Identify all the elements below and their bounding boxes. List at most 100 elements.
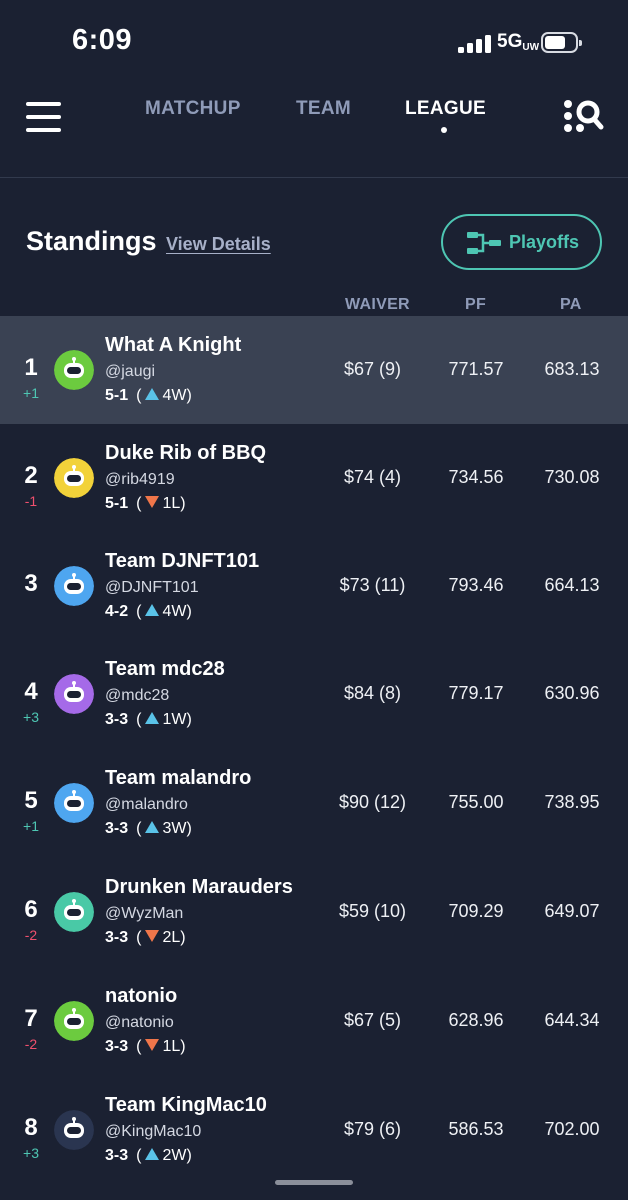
team-avatar[interactable] — [54, 892, 94, 932]
rank-change: -2 — [24, 1036, 38, 1052]
team-record: 3-3 (1W) — [105, 711, 192, 729]
owner-handle: @KingMac10 — [105, 1123, 202, 1140]
points-for: 755.00 — [448, 792, 504, 812]
team-name[interactable]: Team DJNFT101 — [105, 550, 259, 573]
owner-handle: @DJNFT101 — [105, 579, 199, 596]
standings-row[interactable]: 8 +3 Team KingMac10 @KingMac10 3-3 (2W) $79 (6… — [0, 1076, 628, 1184]
owner-handle: @WyzMan — [105, 905, 184, 922]
team-record: 3-3 (2L) — [105, 929, 186, 947]
streak-down-icon — [141, 495, 162, 513]
team-name[interactable]: Drunken Marauders — [105, 876, 293, 899]
streak: (4W) — [136, 387, 192, 404]
rank-change: -1 — [24, 493, 38, 509]
team-avatar[interactable] — [54, 350, 94, 390]
team-avatar[interactable] — [54, 674, 94, 714]
column-header-pf: PF — [465, 296, 487, 313]
streak-value: 2L — [162, 929, 181, 946]
owner-handle: @natonio — [105, 1014, 174, 1031]
streak-value: 2W — [162, 1147, 187, 1164]
win-loss: 4-2 — [105, 603, 129, 620]
streak-up-icon — [141, 1147, 162, 1165]
points-against: 649.07 — [544, 901, 600, 921]
win-loss: 3-3 — [105, 1038, 129, 1055]
column-header-pa: PA — [560, 296, 582, 313]
view-details-link[interactable]: View Details — [166, 234, 271, 255]
battery-icon — [541, 32, 582, 53]
points-against: 644.34 — [544, 1010, 600, 1030]
standings-row[interactable]: 2 -1 Duke Rib of BBQ @rib4919 5-1 (1L) $74 (4)… — [0, 424, 628, 532]
team-record: 3-3 (1L) — [105, 1038, 186, 1056]
search-players-icon[interactable] — [562, 98, 606, 138]
points-against: 630.96 — [544, 683, 600, 703]
team-name[interactable]: Team mdc28 — [105, 658, 225, 681]
rank: 1 — [24, 354, 38, 381]
standings-row[interactable]: 7 -2 natonio @natonio 3-3 (1L) $67 (5) 628.96 64… — [0, 967, 628, 1075]
streak: (4W) — [136, 603, 192, 621]
streak-up-icon — [141, 603, 162, 621]
home-indicator — [275, 1180, 353, 1185]
signal-icon — [458, 35, 492, 53]
streak: (3W) — [136, 820, 192, 838]
owner-handle: @jaugi — [105, 363, 156, 380]
team-avatar[interactable] — [54, 783, 94, 823]
streak-up-icon — [141, 820, 162, 838]
bracket-icon — [467, 232, 501, 254]
tab-team[interactable]: TEAM — [296, 98, 351, 120]
team-avatar[interactable] — [54, 1001, 94, 1041]
team-record: 5-1 (1L) — [105, 495, 186, 513]
standings-row[interactable]: 4 +3 Team mdc28 @mdc28 3-3 (1W) $84 (8) 779.17 6… — [0, 640, 628, 748]
header-divider — [0, 177, 628, 178]
streak: (1W) — [136, 711, 192, 728]
rank-change: -2 — [24, 927, 38, 943]
standings-row[interactable]: 5 +1 Team malandro @malandro 3-3 (3W) $90 (12)… — [0, 749, 628, 857]
points-for: 586.53 — [448, 1119, 504, 1139]
team-name[interactable]: Team KingMac10 — [105, 1094, 267, 1117]
rank: 8 — [24, 1114, 38, 1141]
rank: 5 — [24, 787, 38, 814]
streak-value: 1L — [162, 1038, 181, 1055]
tab-matchup[interactable]: MATCHUP — [145, 98, 241, 120]
standings-row[interactable]: 1 +1 What A Knight @jaugi 5-1 (4W) $67 (9) 771.… — [0, 316, 628, 424]
win-loss: 5-1 — [105, 387, 129, 404]
points-against: 664.13 — [544, 575, 600, 595]
standings-row[interactable]: 3 Team DJNFT101 @DJNFT101 4-2 (4W) $73 (11) 79… — [0, 532, 628, 640]
points-against: 683.13 — [544, 359, 600, 379]
waiver-budget: $79 (6) — [343, 1119, 402, 1139]
team-record: 5-1 (4W) — [105, 387, 192, 405]
team-name[interactable]: natonio — [105, 985, 177, 1008]
standings-title: Standings — [26, 226, 157, 256]
win-loss: 5-1 — [105, 495, 129, 512]
menu-icon[interactable] — [26, 102, 61, 132]
waiver-budget: $67 (5) — [343, 1010, 402, 1030]
team-name[interactable]: What A Knight — [105, 334, 241, 357]
streak: (2L) — [136, 929, 186, 947]
tab-league[interactable]: LEAGUE — [405, 98, 486, 120]
waiver-budget: $59 (10) — [338, 901, 407, 921]
standings-row[interactable]: 6 -2 Drunken Marauders @WyzMan 3-3 (2L) $59 (1… — [0, 858, 628, 966]
rank: 7 — [24, 1005, 38, 1032]
team-avatar[interactable] — [54, 458, 94, 498]
points-for: 793.46 — [448, 575, 504, 595]
team-name[interactable]: Team malandro — [105, 767, 251, 790]
active-tab-indicator — [441, 127, 447, 133]
playoffs-button[interactable]: Playoffs — [441, 214, 602, 270]
streak-value: 4W — [162, 603, 187, 620]
win-loss: 3-3 — [105, 711, 129, 728]
waiver-budget: $67 (9) — [343, 359, 402, 379]
owner-handle: @rib4919 — [105, 471, 175, 488]
win-loss: 3-3 — [105, 1147, 129, 1164]
rank: 3 — [24, 570, 38, 597]
waiver-budget: $73 (11) — [339, 575, 406, 595]
streak-value: 4W — [162, 387, 187, 404]
waiver-budget: $84 (8) — [343, 683, 402, 703]
column-header-waiver: WAIVER — [345, 296, 410, 313]
team-avatar[interactable] — [54, 566, 94, 606]
streak-down-icon — [141, 929, 162, 947]
team-avatar[interactable] — [54, 1110, 94, 1150]
streak-down-icon — [141, 1038, 162, 1056]
team-name[interactable]: Duke Rib of BBQ — [105, 442, 266, 465]
streak-value: 1L — [162, 495, 181, 512]
rank: 4 — [24, 678, 38, 705]
waiver-budget: $74 (4) — [343, 467, 402, 487]
points-against: 738.95 — [544, 792, 600, 812]
